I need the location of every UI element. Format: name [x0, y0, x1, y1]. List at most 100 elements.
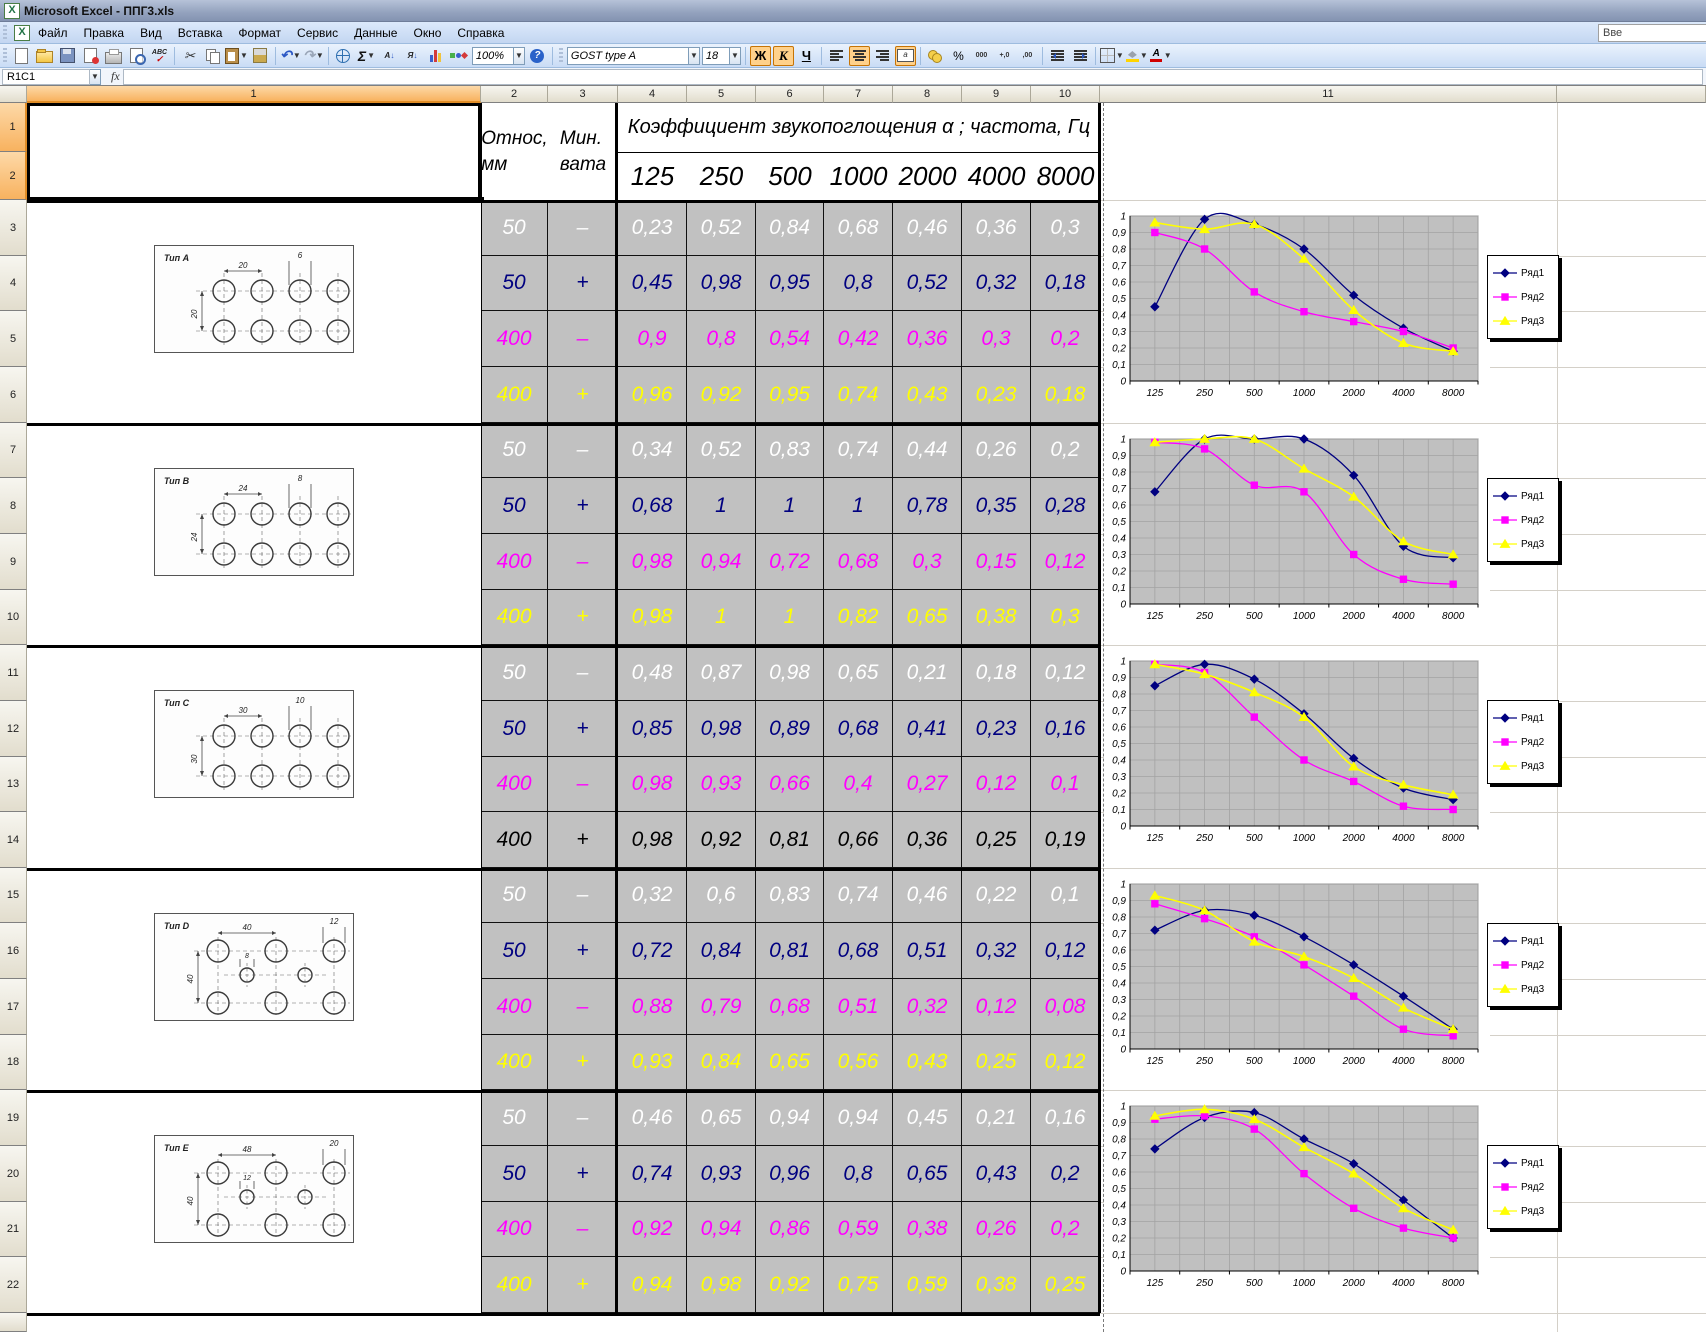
- chart-legend-d[interactable]: Ряд1 Ряд2 Ряд3: [1487, 923, 1559, 1007]
- column-header-10[interactable]: 10: [1031, 86, 1100, 103]
- cell-value-d-1-3[interactable]: 0,68: [824, 923, 893, 979]
- cell-value-a-2-4[interactable]: 0,36: [893, 311, 962, 367]
- header-offset-mm[interactable]: Относ, мм: [481, 103, 548, 200]
- cell-value-d-3-4[interactable]: 0,43: [893, 1035, 962, 1090]
- font-name-box[interactable]: GOST type A ▼: [566, 46, 700, 66]
- cell-value-b-0-2[interactable]: 0,83: [756, 423, 824, 478]
- row-header-9[interactable]: 9: [0, 534, 27, 590]
- cell-value-d-1-5[interactable]: 0,32: [962, 923, 1031, 979]
- cell-value-d-0-3[interactable]: 0,74: [824, 868, 893, 923]
- cell-value-c-1-2[interactable]: 0,89: [756, 701, 824, 757]
- cell-value-c-3-3[interactable]: 0,66: [824, 812, 893, 868]
- cell-value-e-1-3[interactable]: 0,8: [824, 1146, 893, 1202]
- cell-wool-a-0[interactable]: –: [548, 200, 618, 256]
- cell-offset-a-0[interactable]: 50: [481, 200, 548, 256]
- cell-value-d-1-2[interactable]: 0,81: [756, 923, 824, 979]
- cell-value-d-2-0[interactable]: 0,88: [618, 979, 687, 1035]
- cell-value-d-2-3[interactable]: 0,51: [824, 979, 893, 1035]
- cell-value-b-2-4[interactable]: 0,3: [893, 534, 962, 590]
- toolbar-drag-handle[interactable]: [3, 24, 7, 41]
- italic-button[interactable]: К: [772, 45, 794, 66]
- cell-value-e-3-0[interactable]: 0,94: [618, 1257, 687, 1313]
- cell-value-b-2-2[interactable]: 0,72: [756, 534, 824, 590]
- cell-value-c-0-0[interactable]: 0,48: [618, 645, 687, 701]
- cell-value-e-0-2[interactable]: 0,94: [756, 1090, 824, 1146]
- column-header-5[interactable]: 5: [687, 86, 756, 103]
- row-header-6[interactable]: 6: [0, 367, 27, 423]
- cell-value-b-2-0[interactable]: 0,98: [618, 534, 687, 590]
- cell-value-a-0-4[interactable]: 0,46: [893, 200, 962, 256]
- spelling-button[interactable]: [149, 46, 170, 66]
- column-header-1[interactable]: 1: [27, 86, 481, 103]
- column-header-2[interactable]: 2: [481, 86, 548, 103]
- cell-value-d-1-6[interactable]: 0,12: [1031, 923, 1100, 979]
- menu-item-5[interactable]: Сервис: [289, 24, 346, 42]
- cell-wool-e-2[interactable]: –: [548, 1202, 618, 1257]
- cell-value-d-0-1[interactable]: 0,6: [687, 868, 756, 923]
- cell-value-a-3-1[interactable]: 0,92: [687, 367, 756, 423]
- row-header-7[interactable]: 7: [0, 423, 27, 478]
- bold-button[interactable]: Ж: [749, 45, 771, 66]
- cell-value-d-3-0[interactable]: 0,93: [618, 1035, 687, 1090]
- cell-value-c-3-0[interactable]: 0,98: [618, 812, 687, 868]
- cell-value-d-3-1[interactable]: 0,84: [687, 1035, 756, 1090]
- row-header-21[interactable]: 21: [0, 1202, 27, 1257]
- row-header-13[interactable]: 13: [0, 757, 27, 812]
- cell-value-d-2-4[interactable]: 0,32: [893, 979, 962, 1035]
- cell-value-d-0-0[interactable]: 0,32: [618, 868, 687, 923]
- header-frequency-1000[interactable]: 1000: [824, 152, 893, 200]
- cell-value-c-0-6[interactable]: 0,12: [1031, 645, 1100, 701]
- cell-offset-d-1[interactable]: 50: [481, 923, 548, 979]
- cell-value-e-1-0[interactable]: 0,74: [618, 1146, 687, 1202]
- cell-value-a-3-6[interactable]: 0,18: [1031, 367, 1100, 423]
- cell-offset-a-3[interactable]: 400: [481, 367, 548, 423]
- cell-value-d-0-2[interactable]: 0,83: [756, 868, 824, 923]
- row-header-22[interactable]: 22: [0, 1257, 27, 1313]
- percent-button[interactable]: %: [948, 46, 969, 66]
- decrease-decimal-button[interactable]: ,00: [1017, 46, 1038, 66]
- menu-item-1[interactable]: Правка: [76, 24, 133, 42]
- cell-value-a-0-2[interactable]: 0,84: [756, 200, 824, 256]
- cell-value-c-3-6[interactable]: 0,19: [1031, 812, 1100, 868]
- save-button[interactable]: [57, 46, 78, 66]
- cell-value-b-2-6[interactable]: 0,12: [1031, 534, 1100, 590]
- cell-value-a-0-1[interactable]: 0,52: [687, 200, 756, 256]
- drawing-button[interactable]: [448, 46, 469, 66]
- cell-value-e-2-6[interactable]: 0,2: [1031, 1202, 1100, 1257]
- increase-decimal-button[interactable]: +,0: [994, 46, 1015, 66]
- zoom-box[interactable]: 100% ▼: [471, 46, 525, 66]
- menu-item-4[interactable]: Формат: [230, 24, 289, 42]
- panel-drawing-d[interactable]: Тип D 40 12 40 8: [154, 913, 354, 1021]
- cell-wool-b-0[interactable]: –: [548, 423, 618, 478]
- cell-value-d-0-4[interactable]: 0,46: [893, 868, 962, 923]
- cell-value-e-3-1[interactable]: 0,98: [687, 1257, 756, 1313]
- name-box-dropdown[interactable]: ▼: [90, 68, 101, 85]
- cell-offset-d-3[interactable]: 400: [481, 1035, 548, 1090]
- cell-value-b-0-4[interactable]: 0,44: [893, 423, 962, 478]
- cell-value-b-2-5[interactable]: 0,15: [962, 534, 1031, 590]
- cell-wool-e-0[interactable]: –: [548, 1090, 618, 1146]
- menu-item-0[interactable]: Файл: [30, 24, 76, 42]
- cell-wool-a-3[interactable]: +: [548, 367, 618, 423]
- cell-offset-a-2[interactable]: 400: [481, 311, 548, 367]
- cell-value-c-2-4[interactable]: 0,27: [893, 757, 962, 812]
- toolbar-drag-handle-3[interactable]: [558, 47, 563, 64]
- fill-color-button[interactable]: ▼: [1126, 46, 1148, 66]
- cell-value-a-3-0[interactable]: 0,96: [618, 367, 687, 423]
- panel-drawing-b[interactable]: Тип B 24 8 24: [154, 468, 354, 576]
- cell-value-c-2-0[interactable]: 0,98: [618, 757, 687, 812]
- column-header-4[interactable]: 4: [618, 86, 687, 103]
- select-all-corner[interactable]: [0, 86, 27, 103]
- cell-wool-b-2[interactable]: –: [548, 534, 618, 590]
- row-header-2[interactable]: 2: [0, 152, 27, 200]
- cell-value-b-3-5[interactable]: 0,38: [962, 590, 1031, 645]
- header-frequency-125[interactable]: 125: [618, 152, 687, 200]
- header-title[interactable]: Коэффициент звукопоглощения α ; частота,…: [618, 103, 1100, 152]
- panel-drawing-c[interactable]: Тип C 30 10 30: [154, 690, 354, 798]
- cell-value-b-0-0[interactable]: 0,34: [618, 423, 687, 478]
- font-size-box[interactable]: 18 ▼: [701, 46, 741, 66]
- cell-value-e-2-3[interactable]: 0,59: [824, 1202, 893, 1257]
- merge-center-button[interactable]: [894, 45, 916, 66]
- cell-offset-d-2[interactable]: 400: [481, 979, 548, 1035]
- chart-legend-b[interactable]: Ряд1 Ряд2 Ряд3: [1487, 478, 1559, 562]
